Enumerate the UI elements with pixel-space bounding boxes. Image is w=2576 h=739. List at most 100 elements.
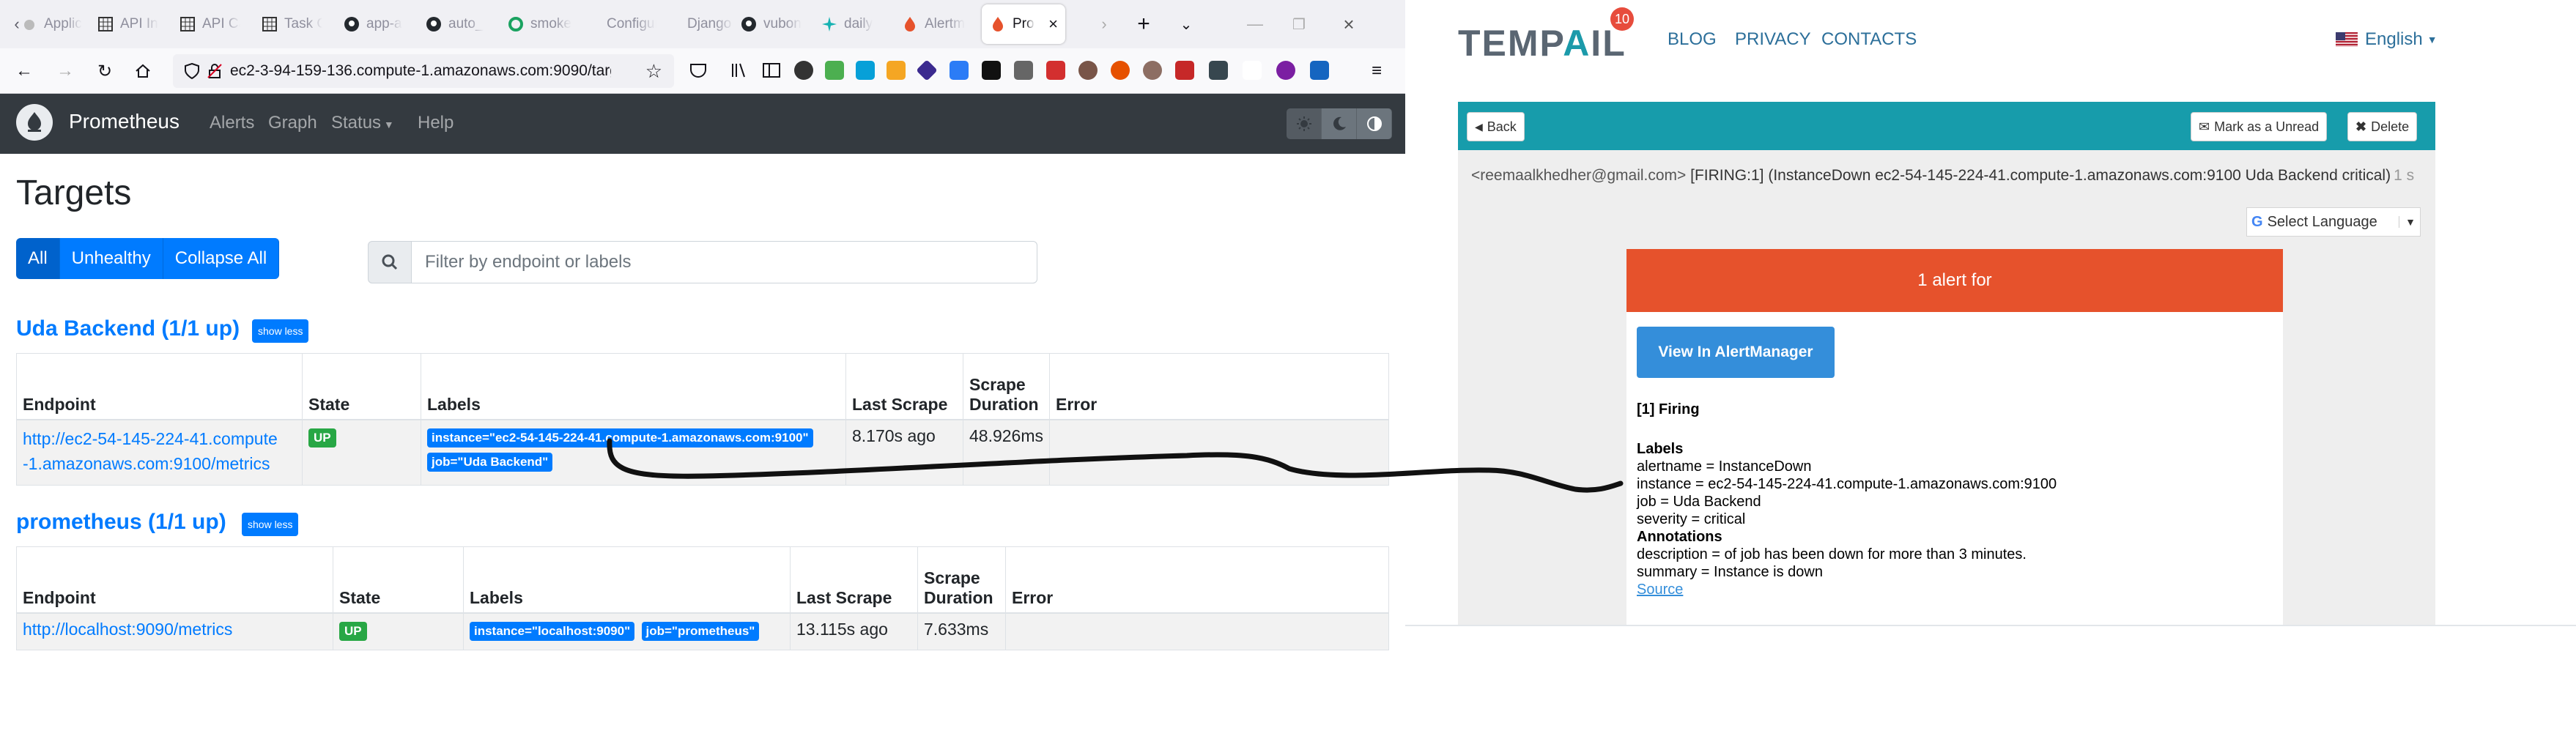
url-bar[interactable]: ec2-3-94-159-136.compute-1.amazonaws.com… — [173, 54, 674, 88]
show-less-button[interactable]: show less — [252, 319, 309, 343]
sun-icon — [1296, 116, 1311, 131]
extension-diamond-icon[interactable] — [916, 59, 938, 81]
sidebar-icon[interactable] — [762, 61, 781, 80]
view-in-alertmanager-button[interactable]: View In AlertManager — [1637, 327, 1835, 378]
extension-purple-icon[interactable] — [1276, 61, 1295, 80]
back-arrow-icon: ◀ — [1475, 120, 1483, 133]
close-icon: ✖ — [2355, 119, 2367, 134]
apple-icon — [21, 15, 38, 33]
green-circle-icon — [507, 15, 525, 33]
nav-contacts[interactable]: CONTACTS — [1821, 29, 1917, 50]
tab-applic[interactable]: Applic — [21, 4, 82, 44]
pool-title-prometheus[interactable]: prometheus (1/1 up) — [16, 510, 226, 535]
pool-title-uda-backend[interactable]: Uda Backend (1/1 up) — [16, 316, 240, 341]
extension-green-icon[interactable] — [825, 61, 844, 80]
search-input[interactable] — [412, 241, 1037, 283]
caret-down-icon: ▼ — [2427, 34, 2438, 45]
divider — [1405, 625, 2576, 626]
language-selector[interactable]: English ▼ — [2336, 29, 2438, 50]
browser-theme-button[interactable] — [1357, 108, 1392, 139]
tab-task-c[interactable]: Task C — [261, 4, 322, 44]
extension-blue-icon[interactable] — [856, 61, 875, 80]
prometheus-logo-icon[interactable] — [16, 104, 53, 141]
google-translate-select[interactable]: G Select Language ▼ — [2246, 207, 2421, 237]
tab-api-ca[interactable]: API Ca — [179, 4, 240, 44]
tempail-logo[interactable]: TEMPAIL — [1458, 22, 1626, 64]
extension-badge-icon[interactable] — [887, 61, 906, 80]
extension-orange-icon[interactable] — [1111, 61, 1130, 80]
state-cell: UP — [302, 419, 421, 486]
annotations-heading: Annotations — [1637, 529, 1722, 545]
tab-app-a[interactable]: app-a — [343, 4, 404, 44]
extension-dark-icon[interactable] — [1209, 61, 1228, 80]
tab-smoke[interactable]: smoke — [507, 4, 571, 44]
nav-privacy[interactable]: PRIVACY — [1735, 29, 1811, 50]
sender-address: <reemaalkhedher@gmail.com> — [1471, 167, 1687, 184]
light-theme-button[interactable] — [1287, 108, 1322, 139]
language-label: English — [2365, 29, 2423, 49]
menu-icon[interactable]: ≡ — [1363, 57, 1391, 85]
labels-heading: Labels — [1637, 441, 1684, 457]
extension-bird-icon[interactable] — [982, 61, 1001, 80]
extension-zoom-icon[interactable] — [950, 61, 969, 80]
nav-alerts[interactable]: Alerts — [210, 113, 254, 133]
red-flame-icon — [901, 15, 919, 33]
scroll-tabs-right-icon[interactable]: › — [1090, 10, 1118, 38]
restore-icon[interactable]: ❐ — [1285, 10, 1313, 38]
list-tabs-icon[interactable]: ⌄ — [1172, 10, 1200, 38]
extension-vpn-icon[interactable] — [1243, 61, 1262, 80]
grid-icon — [179, 15, 196, 33]
endpoint-link[interactable]: http://localhost:9090/metrics — [23, 620, 232, 639]
bookmark-star-icon[interactable]: ☆ — [645, 60, 662, 83]
nav-graph[interactable]: Graph — [268, 113, 317, 133]
collapse-all-button[interactable]: Collapse All — [163, 238, 280, 279]
tab-prometheus-active[interactable]: Pro × — [982, 4, 1065, 44]
pocket-icon[interactable] — [689, 61, 708, 80]
extension-ublock-icon[interactable] — [1175, 61, 1194, 80]
tab-configure[interactable]: Configure — [583, 4, 656, 44]
home-icon[interactable] — [129, 57, 157, 85]
nav-help[interactable]: Help — [418, 113, 454, 133]
extension-brown-icon[interactable] — [1078, 61, 1098, 80]
grid-icon — [97, 15, 114, 33]
back-icon[interactable]: ← — [10, 57, 38, 85]
tab-django[interactable]: Django in — [664, 4, 734, 44]
filter-unhealthy-button[interactable]: Unhealthy — [59, 238, 163, 279]
tab-api-in[interactable]: API In — [97, 4, 158, 44]
tab-alertmanager[interactable]: Alertm — [901, 4, 974, 44]
extension-link-icon[interactable] — [1310, 61, 1329, 80]
close-window-icon[interactable]: × — [1335, 10, 1363, 38]
source-link[interactable]: Source — [1637, 582, 1683, 598]
back-button-label: Back — [1487, 119, 1517, 134]
tab-daily[interactable]: daily — [821, 4, 887, 44]
forward-icon[interactable]: → — [51, 57, 79, 85]
minimize-icon[interactable]: — — [1241, 10, 1269, 38]
extension-cookie-icon[interactable] — [1143, 61, 1162, 80]
delete-button[interactable]: ✖ Delete — [2347, 112, 2418, 141]
close-tab-icon[interactable]: × — [1048, 15, 1058, 34]
reload-icon[interactable]: ↻ — [91, 57, 119, 85]
new-tab-icon[interactable]: + — [1130, 10, 1158, 38]
endpoint-link[interactable]: http://ec2-54-145-224-41.compute -1.amazo… — [23, 429, 278, 473]
nav-status[interactable]: Status ▼ — [331, 113, 394, 133]
nav-blog[interactable]: BLOG — [1668, 29, 1717, 50]
dark-theme-button[interactable] — [1322, 108, 1357, 139]
dropdown-arrow-icon: ▼ — [2399, 216, 2416, 228]
show-less-button[interactable]: show less — [242, 513, 299, 536]
extension-gray-icon[interactable] — [1014, 61, 1033, 80]
library-icon[interactable] — [730, 61, 749, 80]
filter-all-button[interactable]: All — [16, 238, 60, 279]
col-labels: Labels — [463, 546, 791, 614]
email-subject-bar: <reemaalkhedher@gmail.com> [FIRING:1] (I… — [1458, 150, 2435, 201]
tab-auto[interactable]: auto_ — [425, 4, 486, 44]
mark-unread-button[interactable]: ✉ Mark as a Unread — [2191, 112, 2328, 141]
not-secure-icon[interactable] — [207, 63, 223, 79]
k-extension-icon[interactable] — [794, 61, 813, 80]
label-line: severity = critical — [1637, 511, 1746, 527]
prometheus-brand[interactable]: Prometheus — [69, 110, 179, 133]
back-button[interactable]: ◀ Back — [1467, 112, 1525, 141]
tab-vubon[interactable]: vubon — [740, 4, 810, 44]
envelope-icon: ✉ — [2199, 119, 2210, 134]
shield-icon[interactable] — [185, 63, 199, 79]
extension-red-icon[interactable] — [1046, 61, 1065, 80]
